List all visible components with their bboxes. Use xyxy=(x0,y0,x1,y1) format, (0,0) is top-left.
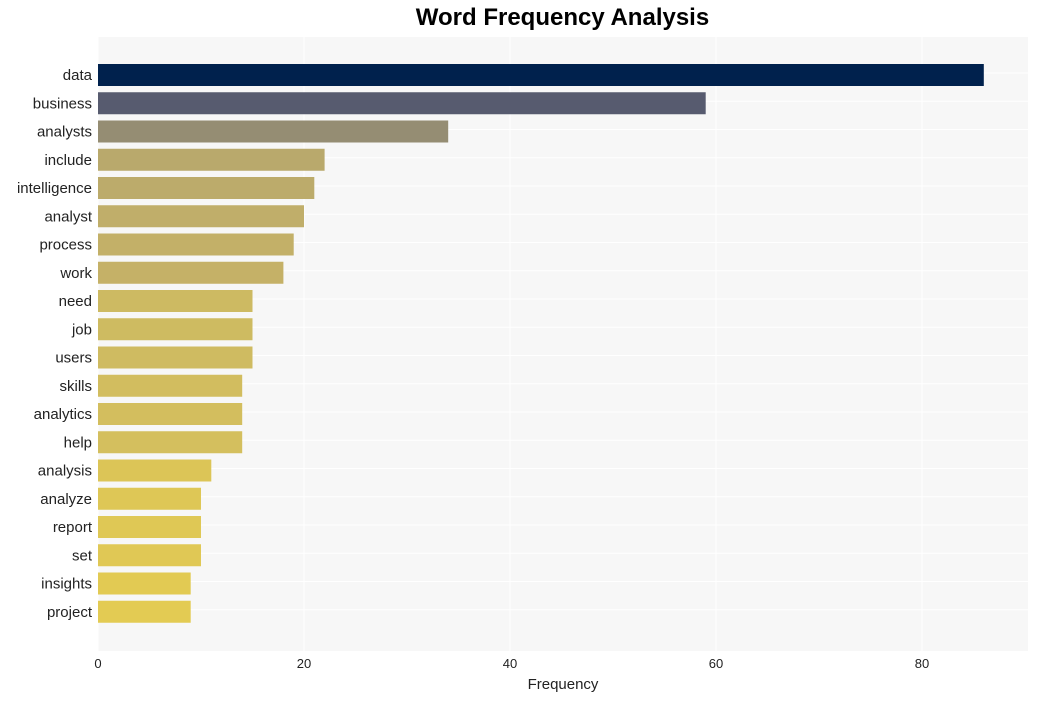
y-tick-label: intelligence xyxy=(17,180,92,197)
bar-process xyxy=(98,233,294,256)
y-tick-label: insights xyxy=(41,576,92,593)
y-tick-label: set xyxy=(72,547,93,564)
y-tick-label: analysis xyxy=(38,463,92,480)
bar-analytics xyxy=(98,403,243,425)
x-tick-label: 60 xyxy=(709,656,723,671)
x-tick-labels: 0 20 40 60 80 xyxy=(94,656,929,671)
y-tick-label: need xyxy=(59,293,92,310)
bar-analyze xyxy=(98,487,201,510)
bar-business xyxy=(98,92,706,115)
y-tick-label: analyze xyxy=(40,491,92,508)
y-tick-label: data xyxy=(63,67,93,84)
x-axis-label: Frequency xyxy=(528,676,599,693)
bar-need xyxy=(98,290,253,312)
bar-analyst xyxy=(98,205,304,228)
bar-set xyxy=(98,544,201,567)
bar-analysis xyxy=(98,459,212,482)
y-tick-label: work xyxy=(59,265,92,282)
y-tick-label: business xyxy=(33,95,92,112)
y-tick-label: users xyxy=(55,350,92,367)
bar-chart: data business analysts include intelligence a… xyxy=(17,37,1028,693)
bar-users xyxy=(98,346,253,369)
y-tick-label: include xyxy=(44,152,92,169)
bar-report xyxy=(98,516,201,538)
bar-skills xyxy=(98,374,243,397)
bar-analysts xyxy=(98,120,449,143)
y-tick-label: analyst xyxy=(44,208,92,225)
y-tick-label: job xyxy=(71,321,92,338)
bar-project xyxy=(98,600,191,623)
y-tick-label: help xyxy=(64,434,92,451)
y-tick-labels: data business analysts include intelligence a… xyxy=(17,67,93,621)
y-tick-label: project xyxy=(47,604,93,621)
bar-work xyxy=(98,261,284,284)
bar-data xyxy=(98,64,984,86)
bar-insights xyxy=(98,572,191,595)
y-tick-label: process xyxy=(39,237,92,254)
bar-intelligence xyxy=(98,177,315,199)
x-tick-label: 0 xyxy=(94,656,101,671)
bar-include xyxy=(98,148,325,171)
y-tick-label: report xyxy=(53,519,93,536)
y-tick-label: analysts xyxy=(37,124,92,141)
y-tick-label: analytics xyxy=(34,406,92,423)
bar-help xyxy=(98,431,243,454)
y-tick-label: skills xyxy=(60,378,93,395)
bar-job xyxy=(98,318,253,341)
x-tick-label: 20 xyxy=(297,656,311,671)
x-tick-label: 40 xyxy=(503,656,517,671)
x-tick-label: 80 xyxy=(915,656,929,671)
